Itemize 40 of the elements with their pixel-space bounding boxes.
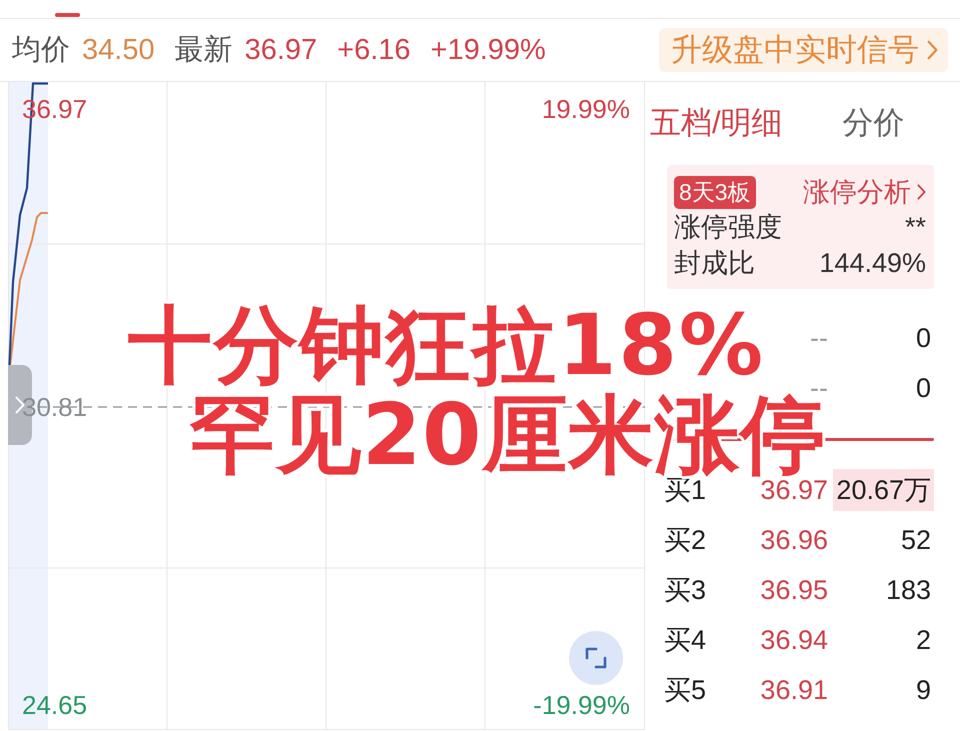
order-label: 买2 [664, 524, 708, 557]
stat-value: 144.49% [819, 248, 926, 278]
order-volume: 2 [914, 624, 932, 656]
chevron-right-icon [927, 40, 938, 60]
order-price: 36.94 [759, 624, 828, 656]
panel-tab[interactable]: 五档/明细 [650, 102, 783, 144]
analysis-link[interactable]: 涨停分析 [803, 174, 926, 210]
panel-tab[interactable]: 分价 [842, 102, 905, 144]
quote-value: 34.50 [82, 34, 155, 67]
percent-axis-label: 19.99% [542, 94, 630, 124]
order-price: 36.91 [759, 674, 828, 706]
order-volume: 20.67万 [833, 469, 934, 511]
quote-value: 36.97 [244, 34, 318, 67]
quote-value: +19.99% [430, 34, 546, 67]
order-label: 买5 [664, 674, 708, 707]
stat-value: ** [904, 212, 926, 242]
quote-value: +6.16 [337, 34, 411, 67]
quote-label: 最新 [174, 33, 233, 68]
order-volume: 0 [914, 372, 932, 404]
order-volume: 52 [900, 524, 932, 556]
order-volume: 183 [884, 574, 932, 606]
order-price: -- [809, 322, 828, 354]
order-label: 买4 [664, 624, 708, 657]
fullscreen-button[interactable] [569, 631, 623, 685]
caption-headline: 十分钟狂拉18% [128, 303, 766, 387]
upgrade-button[interactable]: 升级盘中实时信号 [659, 28, 948, 72]
order-label: 买3 [664, 574, 708, 607]
stat-label: 封成比 [674, 247, 755, 280]
percent-axis-label: -19.99% [533, 690, 630, 720]
quote-label: 均价 [12, 33, 70, 68]
stat-label: 涨停强度 [674, 211, 782, 244]
streak-badge: 8天3板 [674, 176, 756, 208]
price-axis-label: 24.65 [22, 690, 88, 720]
chevron-right-icon [917, 184, 926, 200]
tab-indicator [55, 13, 80, 17]
expand-icon [585, 647, 607, 669]
order-volume: 9 [914, 674, 932, 706]
order-volume: 0 [914, 322, 932, 354]
order-price: 36.95 [759, 574, 828, 606]
order-price: 36.96 [759, 524, 828, 556]
